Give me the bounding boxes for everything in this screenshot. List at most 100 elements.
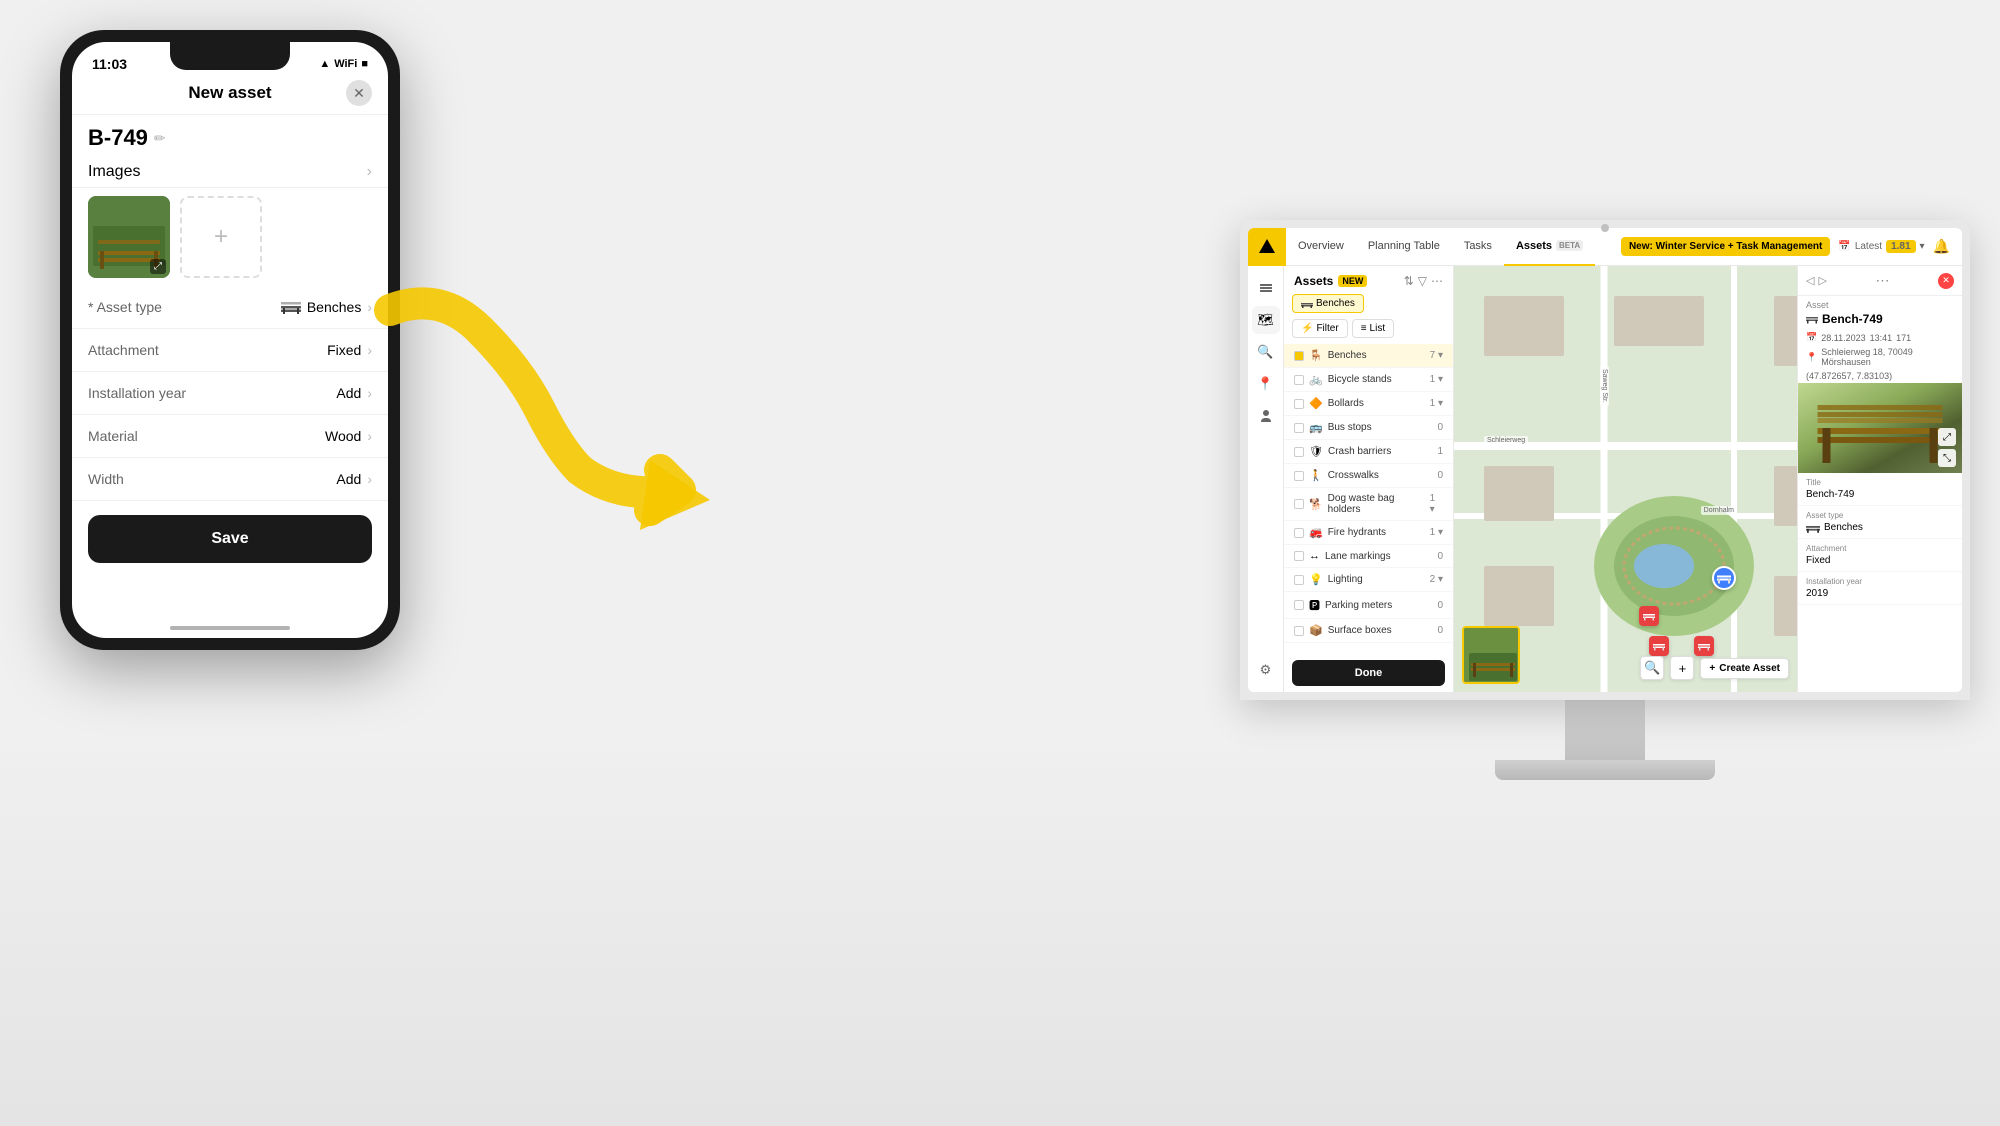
- monitor-stand-neck: [1565, 700, 1645, 760]
- phone-close-button[interactable]: ✕: [346, 80, 372, 106]
- map-thumbnail[interactable]: [1462, 626, 1520, 684]
- map-marker-bench[interactable]: [1694, 636, 1714, 656]
- create-asset-button[interactable]: + Create Asset: [1700, 658, 1789, 679]
- zoom-search-button[interactable]: 🔍: [1640, 656, 1664, 680]
- parking-list-icon: 🅿: [1309, 597, 1320, 613]
- item-count: 7 ▾: [1430, 350, 1443, 361]
- list-item[interactable]: 🚌 Bus stops 0: [1284, 416, 1453, 440]
- notification-bell-icon[interactable]: 🔔: [1933, 238, 1950, 255]
- checkbox[interactable]: [1294, 551, 1304, 561]
- sidebar-settings-icon[interactable]: ⚙: [1252, 656, 1280, 684]
- list-item[interactable]: 🚒 Fire hydrants 1 ▾: [1284, 521, 1453, 545]
- detail-photo[interactable]: ⤢ ⤡: [1798, 383, 1962, 473]
- benches-chip[interactable]: Benches: [1292, 294, 1364, 313]
- checkbox[interactable]: [1294, 575, 1304, 585]
- nav-next-icon[interactable]: ▷: [1818, 274, 1826, 287]
- nav-overview[interactable]: Overview: [1286, 228, 1356, 266]
- list-item[interactable]: 🚲 Bicycle stands 1 ▾: [1284, 368, 1453, 392]
- phone-thumbnail[interactable]: ⤢: [88, 196, 170, 278]
- list-item[interactable]: ↔ Lane markings 0: [1284, 545, 1453, 568]
- attachment-label: Attachment: [88, 342, 159, 358]
- sidebar-pin-icon[interactable]: 📍: [1252, 370, 1280, 398]
- field-row-installation-year[interactable]: Installation year Add ›: [72, 372, 388, 415]
- bicycle-list-icon: 🚲: [1309, 373, 1323, 386]
- list-button[interactable]: ≡ List: [1352, 319, 1394, 338]
- field-row-attachment[interactable]: Attachment Fixed ›: [72, 329, 388, 372]
- title-field-label: Title: [1806, 478, 1954, 487]
- installation-year-field-label: Installation year: [1806, 577, 1954, 586]
- detail-meta-coords: (47.872657, 7.83103): [1798, 369, 1962, 383]
- nav-assets[interactable]: Assets BETA: [1504, 228, 1595, 266]
- nav-planning-table[interactable]: Planning Table: [1356, 228, 1452, 266]
- width-value: Add ›: [336, 471, 372, 487]
- filter-button[interactable]: ⚡ Filter: [1292, 319, 1348, 338]
- checkbox[interactable]: [1294, 447, 1304, 457]
- checkbox[interactable]: [1294, 399, 1304, 409]
- edit-icon[interactable]: ✏: [154, 130, 166, 147]
- phone-images-row[interactable]: Images ›: [72, 157, 388, 188]
- sidebar-map-icon[interactable]: 🗺: [1252, 306, 1280, 334]
- more-options-icon[interactable]: ⋯: [1875, 272, 1889, 289]
- checkbox[interactable]: [1294, 375, 1304, 385]
- list-item[interactable]: 🐕 Dog waste bag holders 1 ▾: [1284, 488, 1453, 521]
- list-item[interactable]: 🪑 Benches 7 ▾: [1284, 344, 1453, 368]
- phone-frame: 11:03 ▲ WiFi ■ New asset ✕ B-749 ✏ Im: [60, 30, 400, 650]
- detail-close-button[interactable]: ✕: [1938, 273, 1954, 289]
- app-topbar: Overview Planning Table Tasks Assets BET…: [1248, 228, 1962, 266]
- installation-year-value: Add ›: [336, 385, 372, 401]
- asset-filter-row: Benches: [1284, 294, 1453, 319]
- sidebar-person-icon[interactable]: [1252, 402, 1280, 430]
- done-button[interactable]: Done: [1292, 660, 1445, 686]
- background-overlay: [0, 726, 2000, 1126]
- chevron-right-icon: ›: [367, 471, 372, 487]
- phone-screen: 11:03 ▲ WiFi ■ New asset ✕ B-749 ✏ Im: [72, 42, 388, 638]
- asset-id-text: Bench-749: [1822, 312, 1883, 326]
- checkbox[interactable]: [1294, 626, 1304, 636]
- list-item[interactable]: 🛡 Crash barriers 1: [1284, 440, 1453, 464]
- save-button[interactable]: Save: [88, 515, 372, 563]
- map-marker-bench[interactable]: [1639, 606, 1659, 626]
- checkbox[interactable]: [1294, 471, 1304, 481]
- sort-icon[interactable]: ⇅: [1404, 274, 1414, 288]
- item-name: Bicycle stands: [1328, 374, 1392, 385]
- map-marker-bench[interactable]: [1649, 636, 1669, 656]
- sidebar-search-icon[interactable]: 🔍: [1252, 338, 1280, 366]
- list-item[interactable]: 🚶 Crosswalks 0: [1284, 464, 1453, 488]
- list-item[interactable]: 🔶 Bollards 1 ▾: [1284, 392, 1453, 416]
- photo-contract-button[interactable]: ⤡: [1938, 449, 1956, 467]
- images-label: Images: [88, 163, 140, 181]
- map-marker-selected[interactable]: [1712, 566, 1736, 590]
- chevron-right-icon: ›: [367, 428, 372, 444]
- add-image-button[interactable]: +: [180, 196, 262, 278]
- field-row-width[interactable]: Width Add ›: [72, 458, 388, 501]
- more-icon[interactable]: ⋯: [1431, 274, 1443, 288]
- sidebar-layers-icon[interactable]: [1252, 274, 1280, 302]
- checkbox[interactable]: [1294, 600, 1304, 610]
- bench-icon: [281, 300, 301, 314]
- list-item[interactable]: 🅿 Parking meters 0: [1284, 592, 1453, 619]
- map-area[interactable]: Schleierweg Dornhalm Saweg Str.: [1454, 266, 1797, 692]
- photo-expand-button[interactable]: ⤢: [1938, 428, 1956, 446]
- chevron-down-icon[interactable]: ▾: [1920, 241, 1925, 252]
- location-icon: 📍: [1806, 352, 1817, 363]
- field-row-material[interactable]: Material Wood ›: [72, 415, 388, 458]
- field-row-asset-type[interactable]: Asset type Benches ›: [72, 286, 388, 329]
- checkbox[interactable]: [1294, 528, 1304, 538]
- checkbox[interactable]: [1294, 423, 1304, 433]
- add-marker-button[interactable]: +: [1670, 656, 1694, 680]
- phone-time: 11:03: [92, 56, 127, 72]
- new-feature-button[interactable]: New: Winter Service + Task Management: [1621, 237, 1830, 256]
- item-name: Bollards: [1328, 398, 1364, 409]
- filter2-icon[interactable]: ▽: [1418, 274, 1427, 288]
- arrow-decoration: [360, 270, 740, 550]
- assets-new-badge: NEW: [1338, 275, 1367, 287]
- list-item[interactable]: 💡 Lighting 2 ▾: [1284, 568, 1453, 592]
- benches-chip-label: Benches: [1316, 298, 1355, 309]
- expand-icon[interactable]: ⤢: [150, 259, 166, 274]
- list-item[interactable]: 📦 Surface boxes 0: [1284, 619, 1453, 643]
- nav-tasks[interactable]: Tasks: [1452, 228, 1504, 266]
- nav-prev-icon[interactable]: ◁: [1806, 274, 1814, 287]
- checkbox[interactable]: [1294, 351, 1304, 361]
- bench-list-icon: 🪑: [1309, 349, 1323, 362]
- checkbox[interactable]: [1294, 499, 1304, 509]
